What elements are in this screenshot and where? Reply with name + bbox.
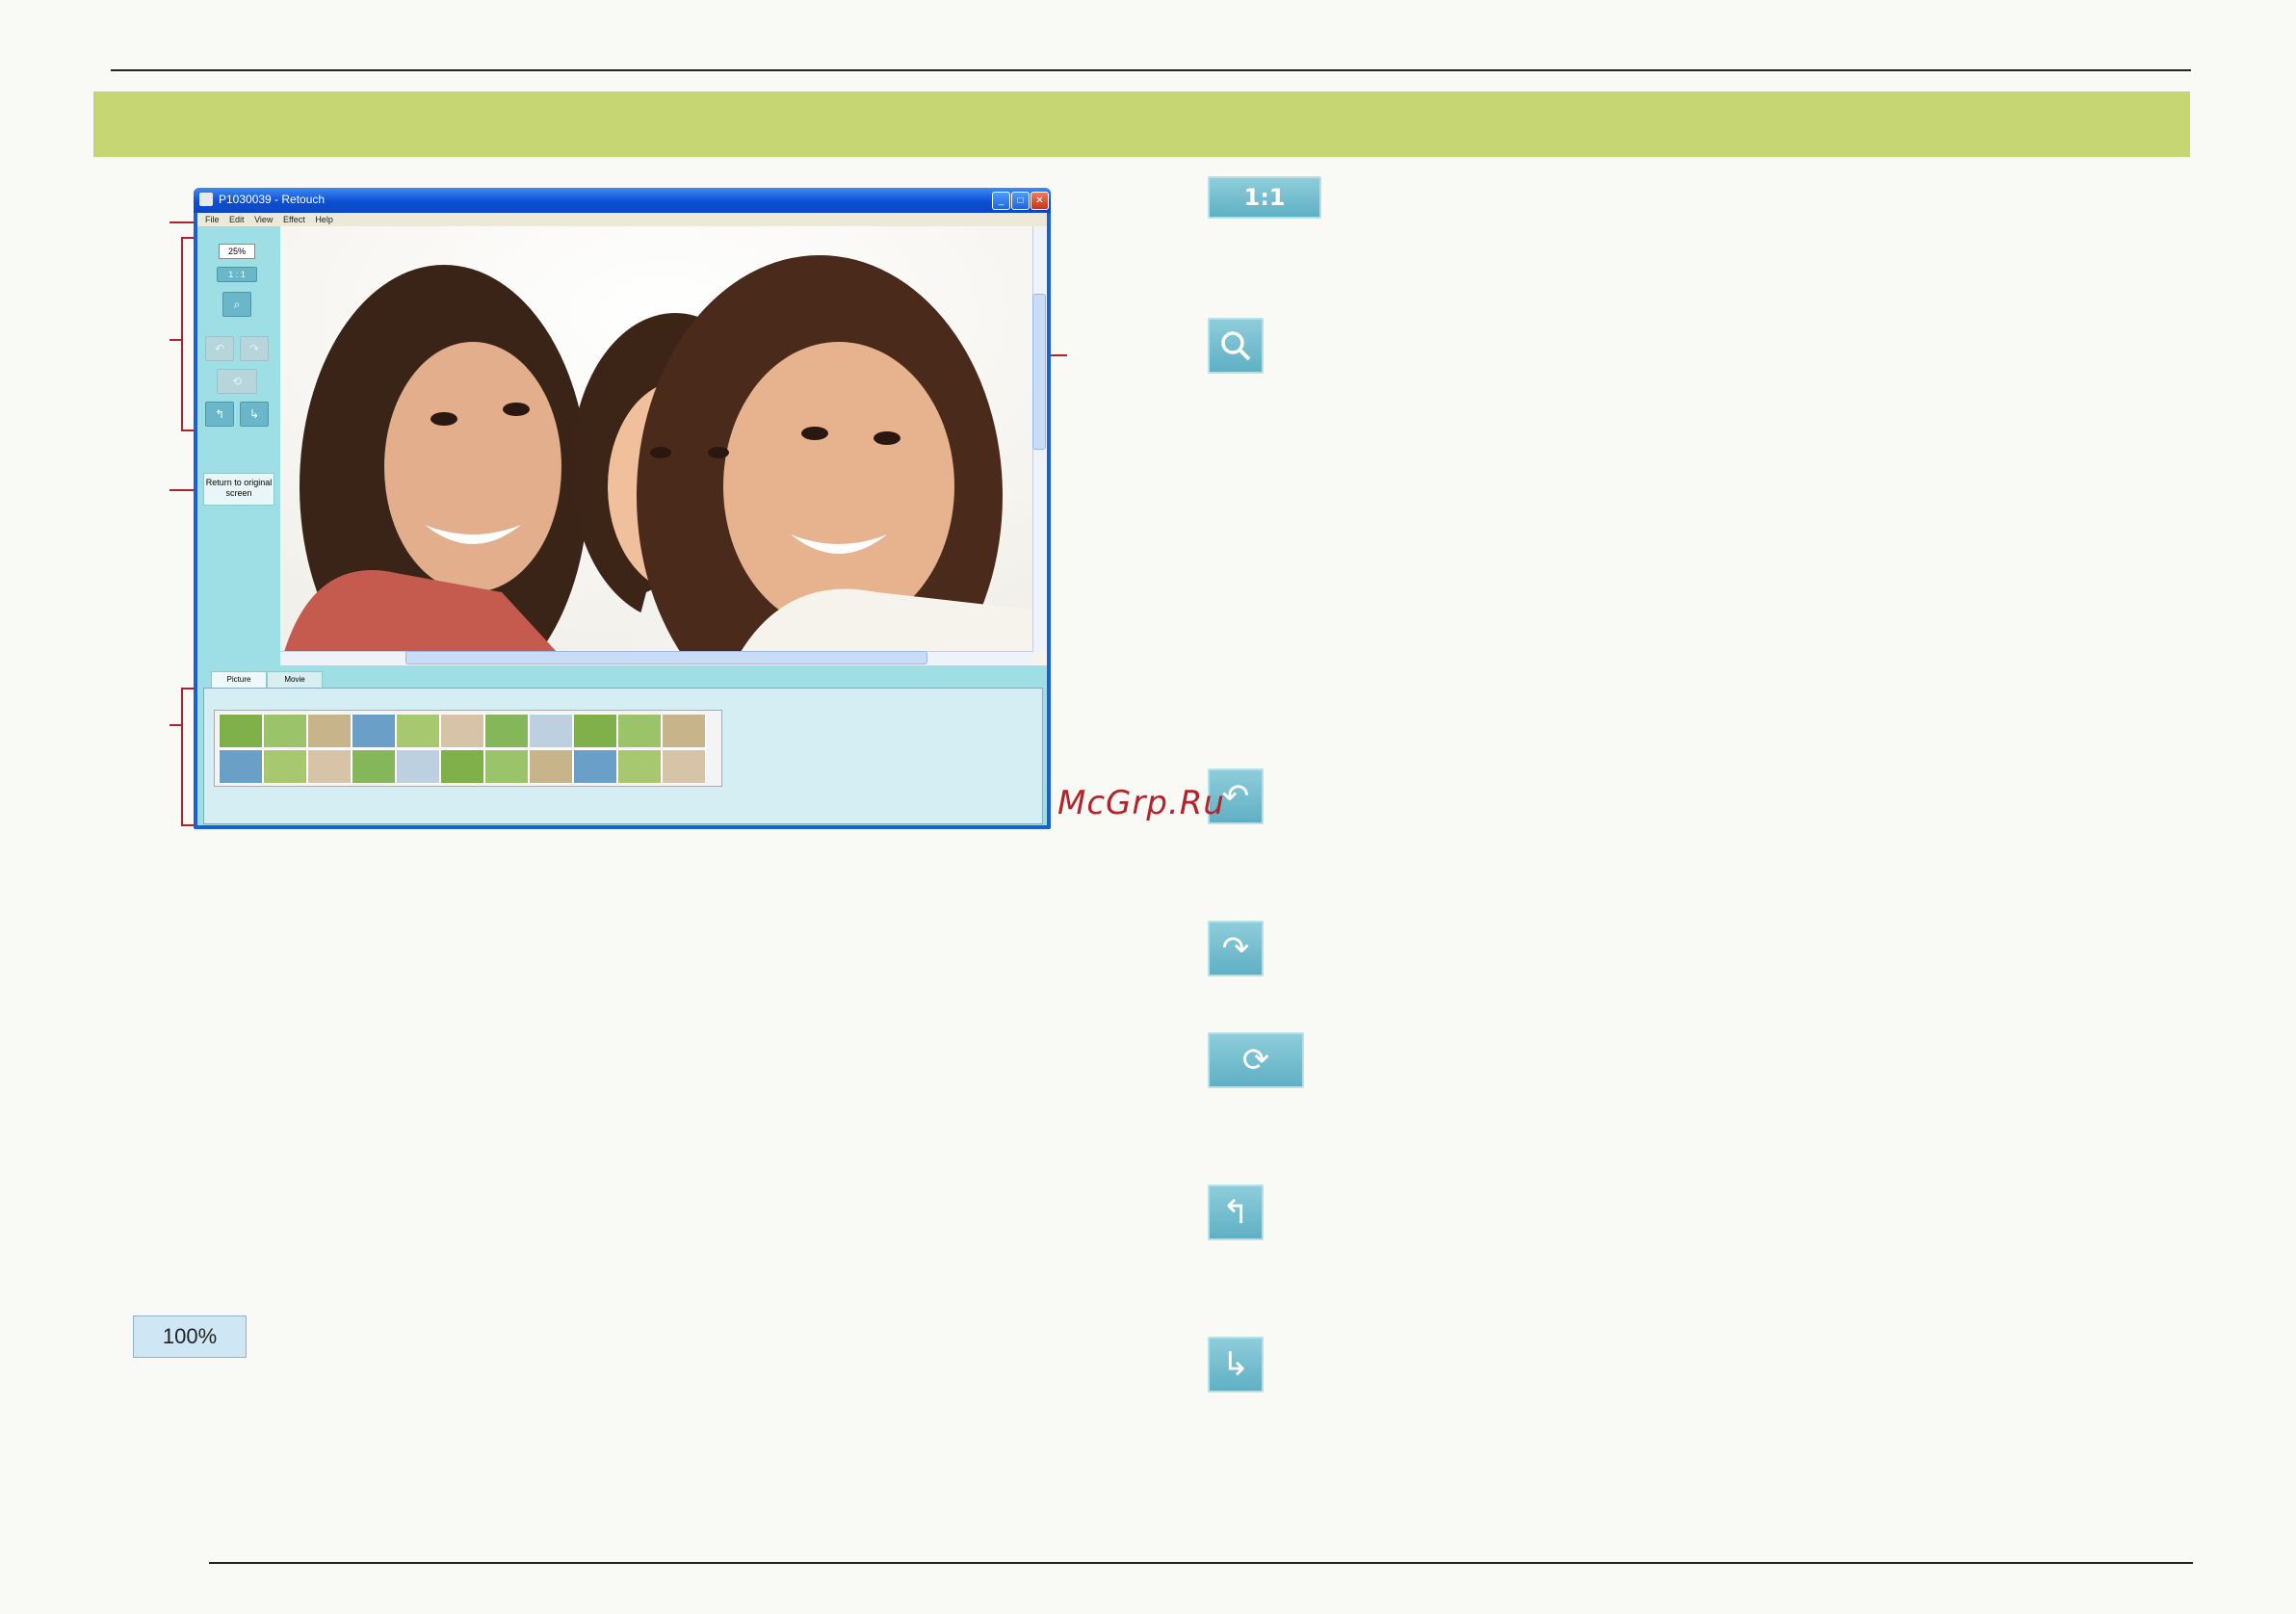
top-rule	[111, 69, 2191, 71]
retouch-window: P1030039 - Retouch _ □ ✕ File Edit View …	[194, 188, 1051, 829]
thumbnail[interactable]	[352, 749, 396, 784]
menu-effect[interactable]: Effect	[283, 215, 305, 224]
thumbnail[interactable]	[219, 714, 263, 748]
thumbnail-grid	[214, 710, 722, 787]
callout-tick-toolbar	[170, 339, 181, 341]
thumbnail[interactable]	[484, 749, 529, 784]
one-to-one-label: 1:1	[1243, 184, 1286, 211]
thumbnail[interactable]	[617, 714, 662, 748]
return-to-original-button[interactable]: Return to original screen	[203, 473, 274, 506]
rotate-left-icon: ↰	[214, 407, 225, 421]
rotate-right-button[interactable]: ↳	[240, 402, 269, 427]
rotate-left-button[interactable]: ↰	[205, 402, 234, 427]
thumbnail[interactable]	[307, 714, 352, 748]
zoom-value[interactable]: 25%	[219, 244, 255, 259]
thumbnail[interactable]	[352, 714, 396, 748]
family-photo	[280, 226, 1047, 665]
minimize-button[interactable]: _	[992, 192, 1010, 210]
zoom-button[interactable]: ⌕	[222, 292, 251, 317]
rotate-left-icon: ↰	[1208, 1184, 1264, 1240]
thumbnail[interactable]	[617, 749, 662, 784]
tab-movie[interactable]: Movie	[267, 671, 323, 689]
thumbnail[interactable]	[396, 749, 440, 784]
thumbnail[interactable]	[529, 749, 573, 784]
thumbnail[interactable]	[573, 714, 617, 748]
title-bar: P1030039 - Retouch _ □ ✕	[194, 188, 1051, 213]
menu-file[interactable]: File	[205, 215, 220, 224]
redo-button[interactable]: ↷	[240, 336, 269, 361]
watermark: McGrp.Ru	[1057, 784, 1225, 822]
magnifier-icon: ⌕	[233, 298, 241, 311]
menu-view[interactable]: View	[254, 215, 273, 224]
thumbnail[interactable]	[573, 749, 617, 784]
callout-bracket-toolbar	[181, 237, 183, 431]
thumbnail[interactable]	[484, 714, 529, 748]
window-title: P1030039 - Retouch	[219, 193, 326, 206]
redo-icon: ↷	[1208, 921, 1264, 976]
rotate-right-icon: ↳	[248, 407, 260, 421]
thumbnail[interactable]	[263, 714, 307, 748]
close-button[interactable]: ✕	[1031, 192, 1049, 210]
thumbnail[interactable]	[263, 749, 307, 784]
thumbnail[interactable]	[662, 714, 706, 748]
photo-display	[280, 226, 1047, 665]
callout-tick-thumbs	[170, 724, 181, 726]
thumbnail[interactable]	[662, 749, 706, 784]
magnifier-icon	[1208, 318, 1264, 374]
thumbnail[interactable]	[529, 714, 573, 748]
thumbnail[interactable]	[440, 714, 484, 748]
menu-help[interactable]: Help	[315, 215, 333, 224]
reset-icon: ⟲	[231, 375, 243, 388]
window-client: 25% 1 : 1 ⌕ ↶ ↷ ⟲ ↰ ↳ Return to original…	[197, 226, 1047, 825]
menu-edit[interactable]: Edit	[229, 215, 245, 224]
one-to-one-icon: 1:1	[1208, 176, 1321, 219]
tool-panel: 25% 1 : 1 ⌕ ↶ ↷ ⟲ ↰ ↳ Return to original…	[197, 226, 278, 665]
menu-bar: File Edit View Effect Help	[197, 213, 1047, 226]
app-icon	[199, 193, 213, 206]
zoom-level-display: 100%	[133, 1315, 247, 1358]
callout-bracket-thumbs	[181, 688, 183, 826]
rotate-right-icon: ↳	[1208, 1337, 1264, 1393]
bottom-rule	[209, 1562, 2193, 1564]
horizontal-scroll-thumb[interactable]	[405, 651, 927, 664]
thumbnail[interactable]	[219, 749, 263, 784]
thumbnail-panel	[203, 688, 1043, 824]
thumbnail[interactable]	[440, 749, 484, 784]
redo-icon: ↷	[248, 342, 260, 355]
undo-button[interactable]: ↶	[205, 336, 234, 361]
section-header-band	[93, 91, 2190, 157]
reset-button[interactable]: ⟲	[217, 369, 257, 394]
thumbnail[interactable]	[307, 749, 352, 784]
reset-icon: ⟳	[1208, 1032, 1304, 1088]
maximize-button[interactable]: □	[1011, 192, 1030, 210]
thumbnail[interactable]	[396, 714, 440, 748]
one-to-one-button[interactable]: 1 : 1	[217, 267, 257, 282]
undo-icon: ↶	[214, 342, 225, 355]
vertical-scroll-thumb[interactable]	[1032, 294, 1046, 450]
